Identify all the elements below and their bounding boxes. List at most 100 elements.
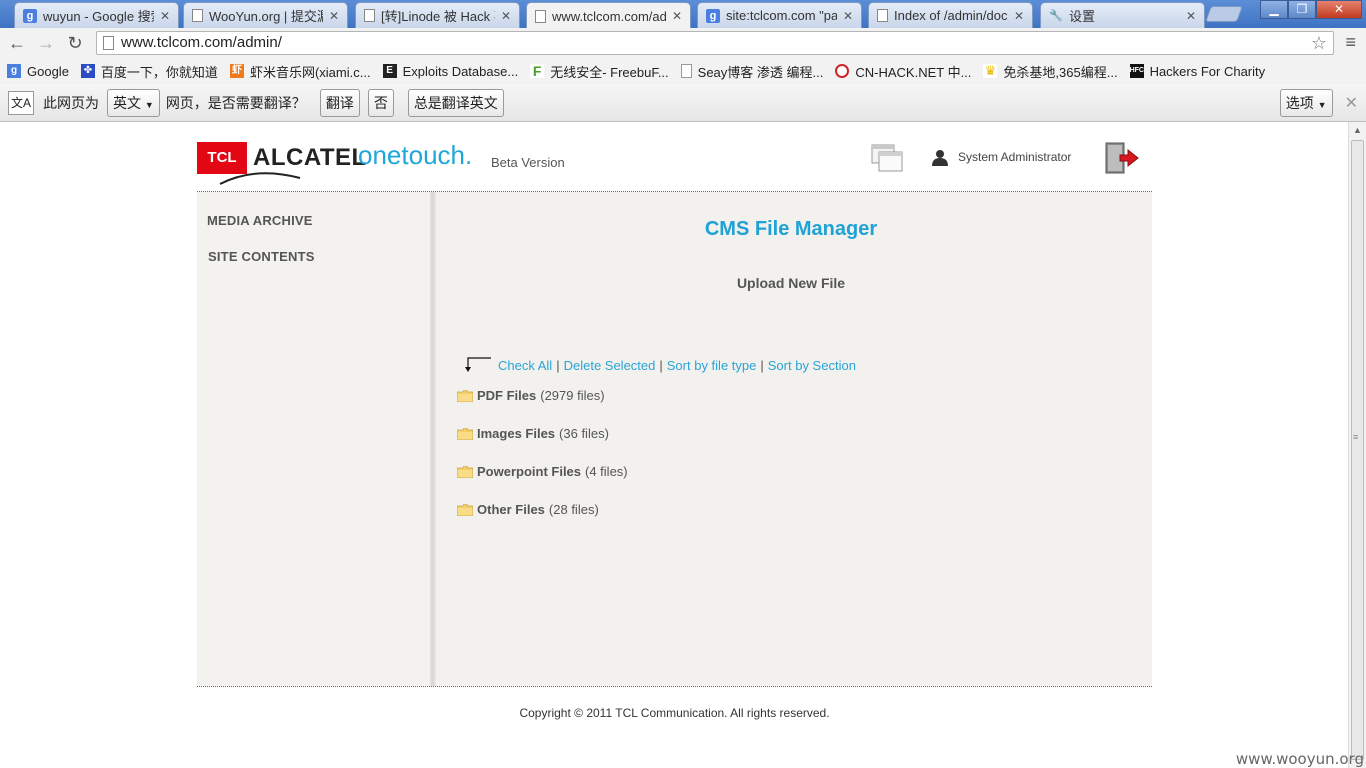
main-content: CMS File Manager Upload New File Check A… xyxy=(436,192,1152,686)
baidu-paw-icon: ✤ xyxy=(80,64,95,78)
bookmark-mianshajidi[interactable]: ♛ 免杀基地,365编程... xyxy=(983,62,1118,81)
tab-4[interactable]: g site:tclcom.com "par ✕ xyxy=(697,2,862,28)
folder-row-pdf[interactable]: PDF Files (2979 files) xyxy=(457,388,605,403)
url-text: www.tclcom.com/admin/ xyxy=(121,34,282,51)
sidebar-item-site-contents[interactable]: SITE CONTENTS xyxy=(208,249,315,264)
bookmark-star-icon[interactable]: ☆ xyxy=(1311,32,1327,54)
bookmark-label: 免杀基地,365编程... xyxy=(1003,64,1118,80)
scrollbar-thumb[interactable] xyxy=(1351,140,1364,760)
options-button[interactable]: 选项 ▼ xyxy=(1279,88,1333,117)
close-tab-icon[interactable]: ✕ xyxy=(843,9,853,23)
close-tab-icon[interactable]: ✕ xyxy=(160,9,170,23)
url-input[interactable]: www.tclcom.com/admin/ ☆ xyxy=(96,31,1334,55)
tab-title: Index of /admin/doc xyxy=(894,8,1008,23)
bookmark-label: Hackers For Charity xyxy=(1149,63,1266,79)
tab-6[interactable]: 🔧 设置 ✕ xyxy=(1040,2,1205,28)
bookmark-google[interactable]: g Google xyxy=(7,64,69,79)
sidebar-item-media-archive[interactable]: MEDIA ARCHIVE xyxy=(207,213,313,228)
corner-arrow-icon xyxy=(465,357,491,372)
sidebar: MEDIA ARCHIVE SITE CONTENTS xyxy=(197,192,432,686)
hfc-icon: HFC xyxy=(1129,64,1144,78)
window-close-icon[interactable]: ✕ xyxy=(1316,0,1362,19)
scroll-up-icon[interactable]: ▲ xyxy=(1353,125,1362,135)
folder-count: (2979 files) xyxy=(540,388,605,403)
reload-icon[interactable]: ↻ xyxy=(64,32,86,54)
delete-selected-link[interactable]: Delete Selected xyxy=(564,358,656,373)
always-translate-button[interactable]: 总是翻译英文 xyxy=(407,88,504,117)
google-favicon-icon: g xyxy=(706,8,720,23)
scroll-grip-icon: ≡ xyxy=(1353,432,1359,442)
close-tab-icon[interactable]: ✕ xyxy=(501,9,511,23)
bookmark-freebuf[interactable]: F 无线安全- FreebuF... xyxy=(530,62,669,81)
page-favicon-icon xyxy=(877,9,888,22)
beta-version-label: Beta Version xyxy=(491,155,565,170)
tab-2[interactable]: [转]Linode 被 Hack 事 ✕ xyxy=(355,2,520,28)
close-tab-icon[interactable]: ✕ xyxy=(1014,9,1024,23)
folder-row-powerpoint[interactable]: Powerpoint Files (4 files) xyxy=(457,464,628,479)
tab-1[interactable]: WooYun.org | 提交漏洞 ✕ xyxy=(183,2,348,28)
onetouch-logo-text: onetouch. xyxy=(358,140,473,170)
crown-icon: ♛ xyxy=(983,63,998,78)
options-label: 选项 xyxy=(1285,94,1314,111)
logout-icon[interactable] xyxy=(1104,142,1140,174)
bookmark-seay[interactable]: Seay博客 渗透 编程... xyxy=(680,62,823,81)
page-viewport: TCL ALCATEL onetouch. Beta Version Syste… xyxy=(0,122,1348,768)
bookmark-label: 百度一下，你就知道 xyxy=(100,64,218,80)
tab-0[interactable]: g wuyun - Google 搜索 ✕ xyxy=(14,2,179,28)
bookmark-baidu[interactable]: ✤ 百度一下，你就知道 xyxy=(80,62,218,81)
folder-icon xyxy=(457,389,473,402)
folder-row-other[interactable]: Other Files (28 files) xyxy=(457,502,599,517)
vertical-scrollbar[interactable]: ▲ ≡ xyxy=(1348,122,1366,768)
close-tab-icon[interactable]: ✕ xyxy=(329,9,339,23)
bookmark-label: Google xyxy=(27,63,69,79)
tab-title: [转]Linode 被 Hack 事 xyxy=(381,9,495,24)
address-bar-row: ← → ↻ www.tclcom.com/admin/ ☆ ≡ xyxy=(0,28,1366,58)
separator: | xyxy=(659,357,663,373)
file-actions: Check All | Delete Selected | Sort by fi… xyxy=(464,356,856,374)
alcatel-logo-text: ALCATEL xyxy=(253,144,367,171)
google-favicon-icon: g xyxy=(7,64,21,78)
back-icon[interactable]: ← xyxy=(6,32,28,54)
bookmark-exploits-db[interactable]: E Exploits Database... xyxy=(382,64,518,79)
folder-icon xyxy=(457,465,473,478)
translate-prefix: 此网页为 xyxy=(43,94,99,111)
upload-new-file-link[interactable]: Upload New File xyxy=(436,275,1146,291)
page-title: CMS File Manager xyxy=(704,218,878,240)
sort-by-section-link[interactable]: Sort by Section xyxy=(768,358,856,373)
translate-button[interactable]: 翻译 xyxy=(319,88,360,117)
separator: | xyxy=(556,357,560,373)
caret-down-icon: ▼ xyxy=(144,99,154,110)
language-select[interactable]: 英文 ▼ xyxy=(107,88,160,117)
folder-icon xyxy=(457,503,473,516)
page-icon xyxy=(103,36,114,50)
new-tab-button[interactable] xyxy=(1205,6,1243,22)
folder-row-images[interactable]: Images Files (36 files) xyxy=(457,426,609,441)
separator: | xyxy=(760,357,764,373)
translate-infobar: 文A 此网页为 英文 ▼ 网页，是否需要翻译？ 翻译 否 总是翻译英文 选项 ▼… xyxy=(0,84,1366,122)
sort-by-file-type-link[interactable]: Sort by file type xyxy=(667,358,757,373)
close-infobar-icon[interactable]: ✕ xyxy=(1345,93,1358,113)
minimize-icon[interactable]: ▁ xyxy=(1260,0,1288,19)
restore-icon[interactable]: ❐ xyxy=(1288,0,1316,19)
translate-icon: 文A xyxy=(8,90,34,115)
tab-5[interactable]: Index of /admin/doc ✕ xyxy=(868,2,1033,28)
user-name: System Administrator xyxy=(958,150,1072,164)
tab-3-active[interactable]: www.tclcom.com/adm ✕ xyxy=(526,2,691,29)
windows-icon[interactable] xyxy=(871,144,903,172)
menu-icon[interactable]: ≡ xyxy=(1345,32,1356,53)
folder-name: PDF Files xyxy=(477,388,537,403)
forward-icon[interactable]: → xyxy=(35,32,57,54)
page-favicon-icon xyxy=(535,9,546,23)
folder-count: (4 files) xyxy=(585,464,628,479)
logo-swoosh-icon xyxy=(219,172,301,185)
bookmark-hfc[interactable]: HFC Hackers For Charity xyxy=(1129,63,1266,79)
no-translate-button[interactable]: 否 xyxy=(367,88,394,117)
cn-hack-icon xyxy=(835,64,850,78)
close-tab-icon[interactable]: ✕ xyxy=(1186,9,1196,23)
page-favicon-icon xyxy=(680,64,692,78)
check-all-link[interactable]: Check All xyxy=(498,358,552,373)
bookmark-label: 虾米音乐网(xiami.c... xyxy=(249,64,371,80)
bookmark-cn-hack[interactable]: CN-HACK.NET 中... xyxy=(835,62,971,81)
bookmark-xiami[interactable]: 虾 虾米音乐网(xiami.c... xyxy=(229,62,371,81)
close-tab-icon[interactable]: ✕ xyxy=(672,9,682,23)
